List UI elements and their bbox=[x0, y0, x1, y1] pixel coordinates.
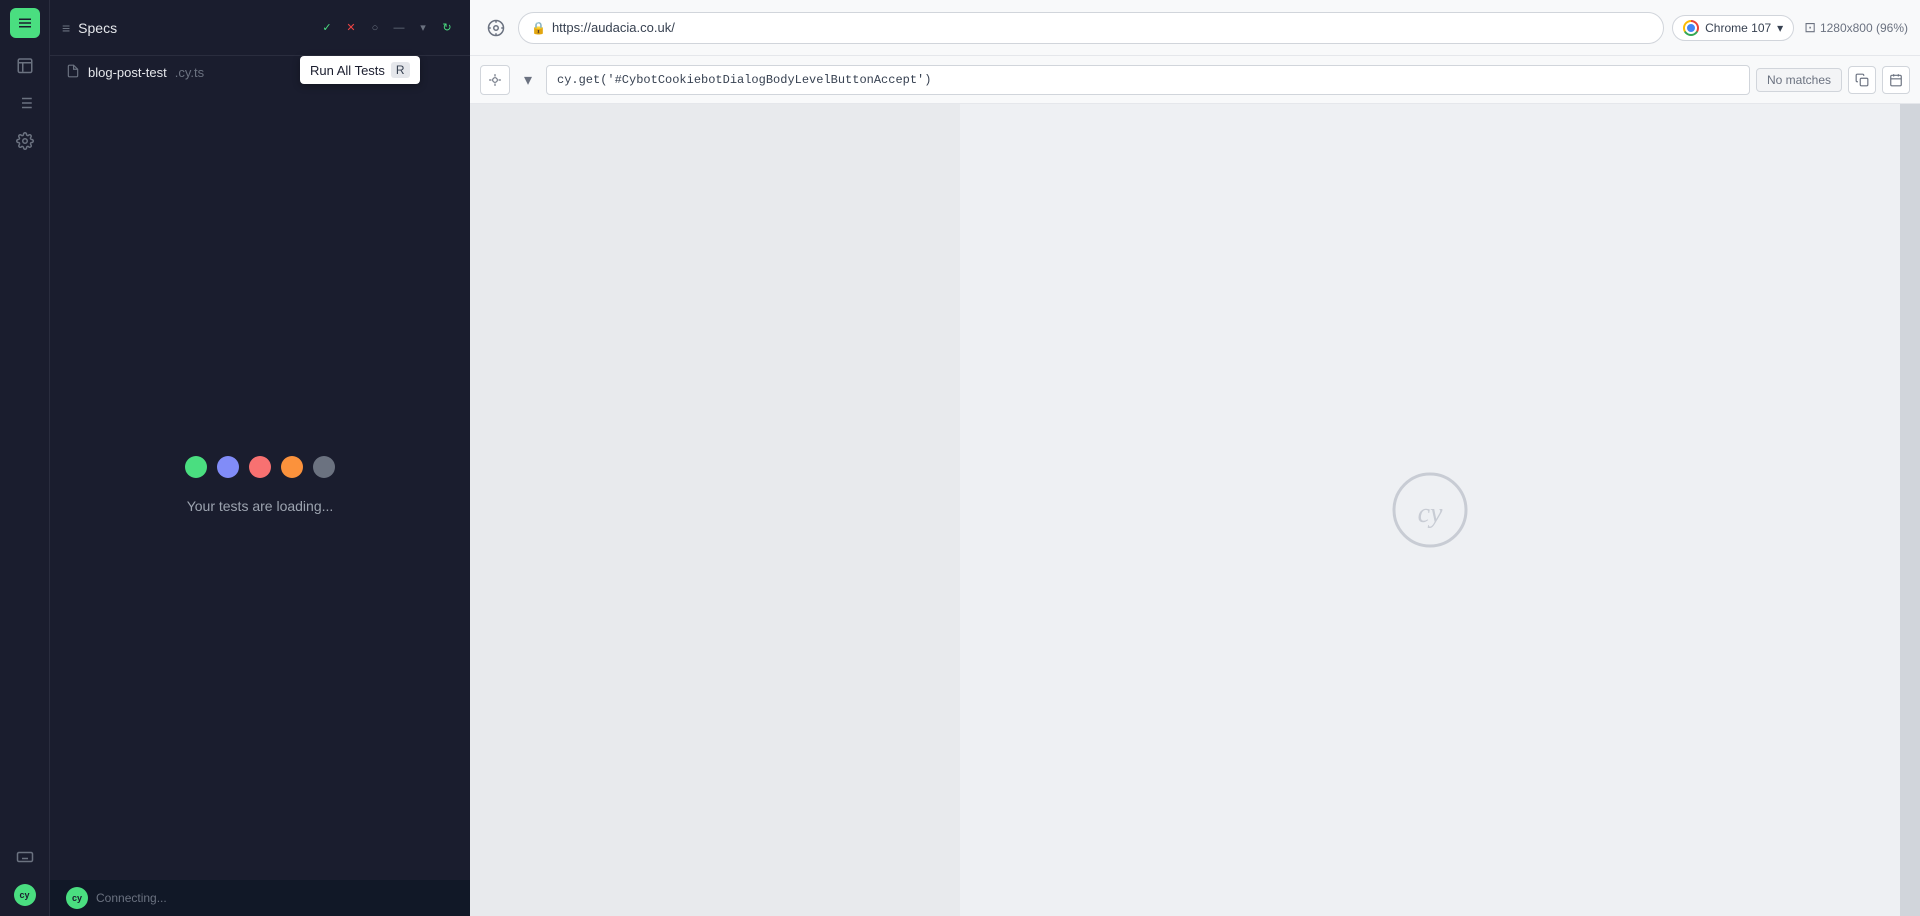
copy-selector-button[interactable] bbox=[1848, 66, 1876, 94]
selector-dropdown-chevron[interactable]: ▾ bbox=[516, 65, 540, 95]
right-panel: 🔒 https://audacia.co.uk/ Chrome 107 ▾ ⊡ … bbox=[470, 0, 1920, 916]
viewport-badge: ⊡ 1280x800 (96%) bbox=[1804, 19, 1908, 36]
dot-blue bbox=[217, 456, 239, 478]
browser-main: cy bbox=[960, 104, 1900, 916]
chrome-badge[interactable]: Chrome 107 ▾ bbox=[1672, 15, 1794, 41]
file-extension: .cy.ts bbox=[175, 65, 204, 80]
loading-text: Your tests are loading... bbox=[187, 498, 334, 514]
target-icon[interactable] bbox=[482, 14, 510, 42]
loading-dots bbox=[185, 456, 335, 478]
stop-button[interactable]: ✕ bbox=[340, 17, 362, 39]
browser-toolbar: 🔒 https://audacia.co.uk/ Chrome 107 ▾ ⊡ … bbox=[470, 0, 1920, 56]
cy-logo-small: cy bbox=[66, 887, 88, 909]
browser-content: cy bbox=[470, 104, 1920, 916]
no-matches-badge: No matches bbox=[1756, 68, 1842, 92]
loading-area: Your tests are loading... bbox=[50, 89, 470, 880]
status-text: Connecting... bbox=[96, 891, 167, 905]
cy-watermark: cy bbox=[1390, 470, 1470, 550]
left-panel: ≡ Specs ✓ ✕ ○ — ▾ ↻ Run All Tests R blog… bbox=[50, 0, 470, 916]
svg-text:cy: cy bbox=[1418, 498, 1443, 529]
viewport-label: 1280x800 (96%) bbox=[1820, 21, 1908, 35]
circle-button[interactable]: ○ bbox=[364, 17, 386, 39]
cypress-status-logo: cy bbox=[14, 884, 36, 906]
chevron-button[interactable]: ▾ bbox=[412, 17, 434, 39]
chrome-chevron: ▾ bbox=[1777, 21, 1783, 35]
file-icon bbox=[66, 64, 80, 81]
chrome-label: Chrome 107 bbox=[1705, 21, 1771, 35]
top-bar: ≡ Specs ✓ ✕ ○ — ▾ ↻ Run All Tests R bbox=[50, 0, 470, 56]
viewport-icon: ⊡ bbox=[1804, 19, 1816, 36]
calendar-button[interactable] bbox=[1882, 66, 1910, 94]
dot-red bbox=[249, 456, 271, 478]
run-all-tests-tooltip: Run All Tests R bbox=[300, 56, 420, 84]
browser-right-gutter bbox=[1900, 104, 1920, 916]
dash-button[interactable]: — bbox=[388, 17, 410, 39]
check-button[interactable]: ✓ bbox=[316, 17, 338, 39]
refresh-button[interactable]: ↻ bbox=[436, 17, 458, 39]
chrome-icon bbox=[1683, 20, 1699, 36]
dot-gray bbox=[313, 456, 335, 478]
sidebar-item-runs[interactable] bbox=[10, 50, 40, 80]
cypress-logo bbox=[10, 8, 40, 38]
url-text: https://audacia.co.uk/ bbox=[552, 20, 1651, 35]
sidebar: cy bbox=[0, 0, 50, 916]
lock-icon: 🔒 bbox=[531, 21, 546, 35]
browser-left-gutter bbox=[470, 104, 960, 916]
keyboard-shortcuts-icon[interactable] bbox=[10, 842, 40, 872]
sidebar-item-commands[interactable] bbox=[10, 88, 40, 118]
tooltip-shortcut: R bbox=[391, 62, 410, 78]
specs-title: Specs bbox=[78, 20, 308, 36]
browser-info: Chrome 107 ▾ ⊡ 1280x800 (96%) bbox=[1672, 15, 1908, 41]
tooltip-label: Run All Tests bbox=[310, 63, 385, 78]
dot-orange bbox=[281, 456, 303, 478]
specs-icon: ≡ bbox=[62, 20, 70, 36]
file-name: blog-post-test bbox=[88, 65, 167, 80]
url-bar[interactable]: 🔒 https://audacia.co.uk/ bbox=[518, 12, 1664, 44]
selector-target-button[interactable] bbox=[480, 65, 510, 95]
dot-green bbox=[185, 456, 207, 478]
status-bar: cy Connecting... bbox=[50, 880, 470, 916]
selector-bar: ▾ No matches bbox=[470, 56, 1920, 104]
sidebar-item-settings[interactable] bbox=[10, 126, 40, 156]
selector-input[interactable] bbox=[546, 65, 1750, 95]
top-bar-controls: ✓ ✕ ○ — ▾ ↻ bbox=[316, 17, 458, 39]
